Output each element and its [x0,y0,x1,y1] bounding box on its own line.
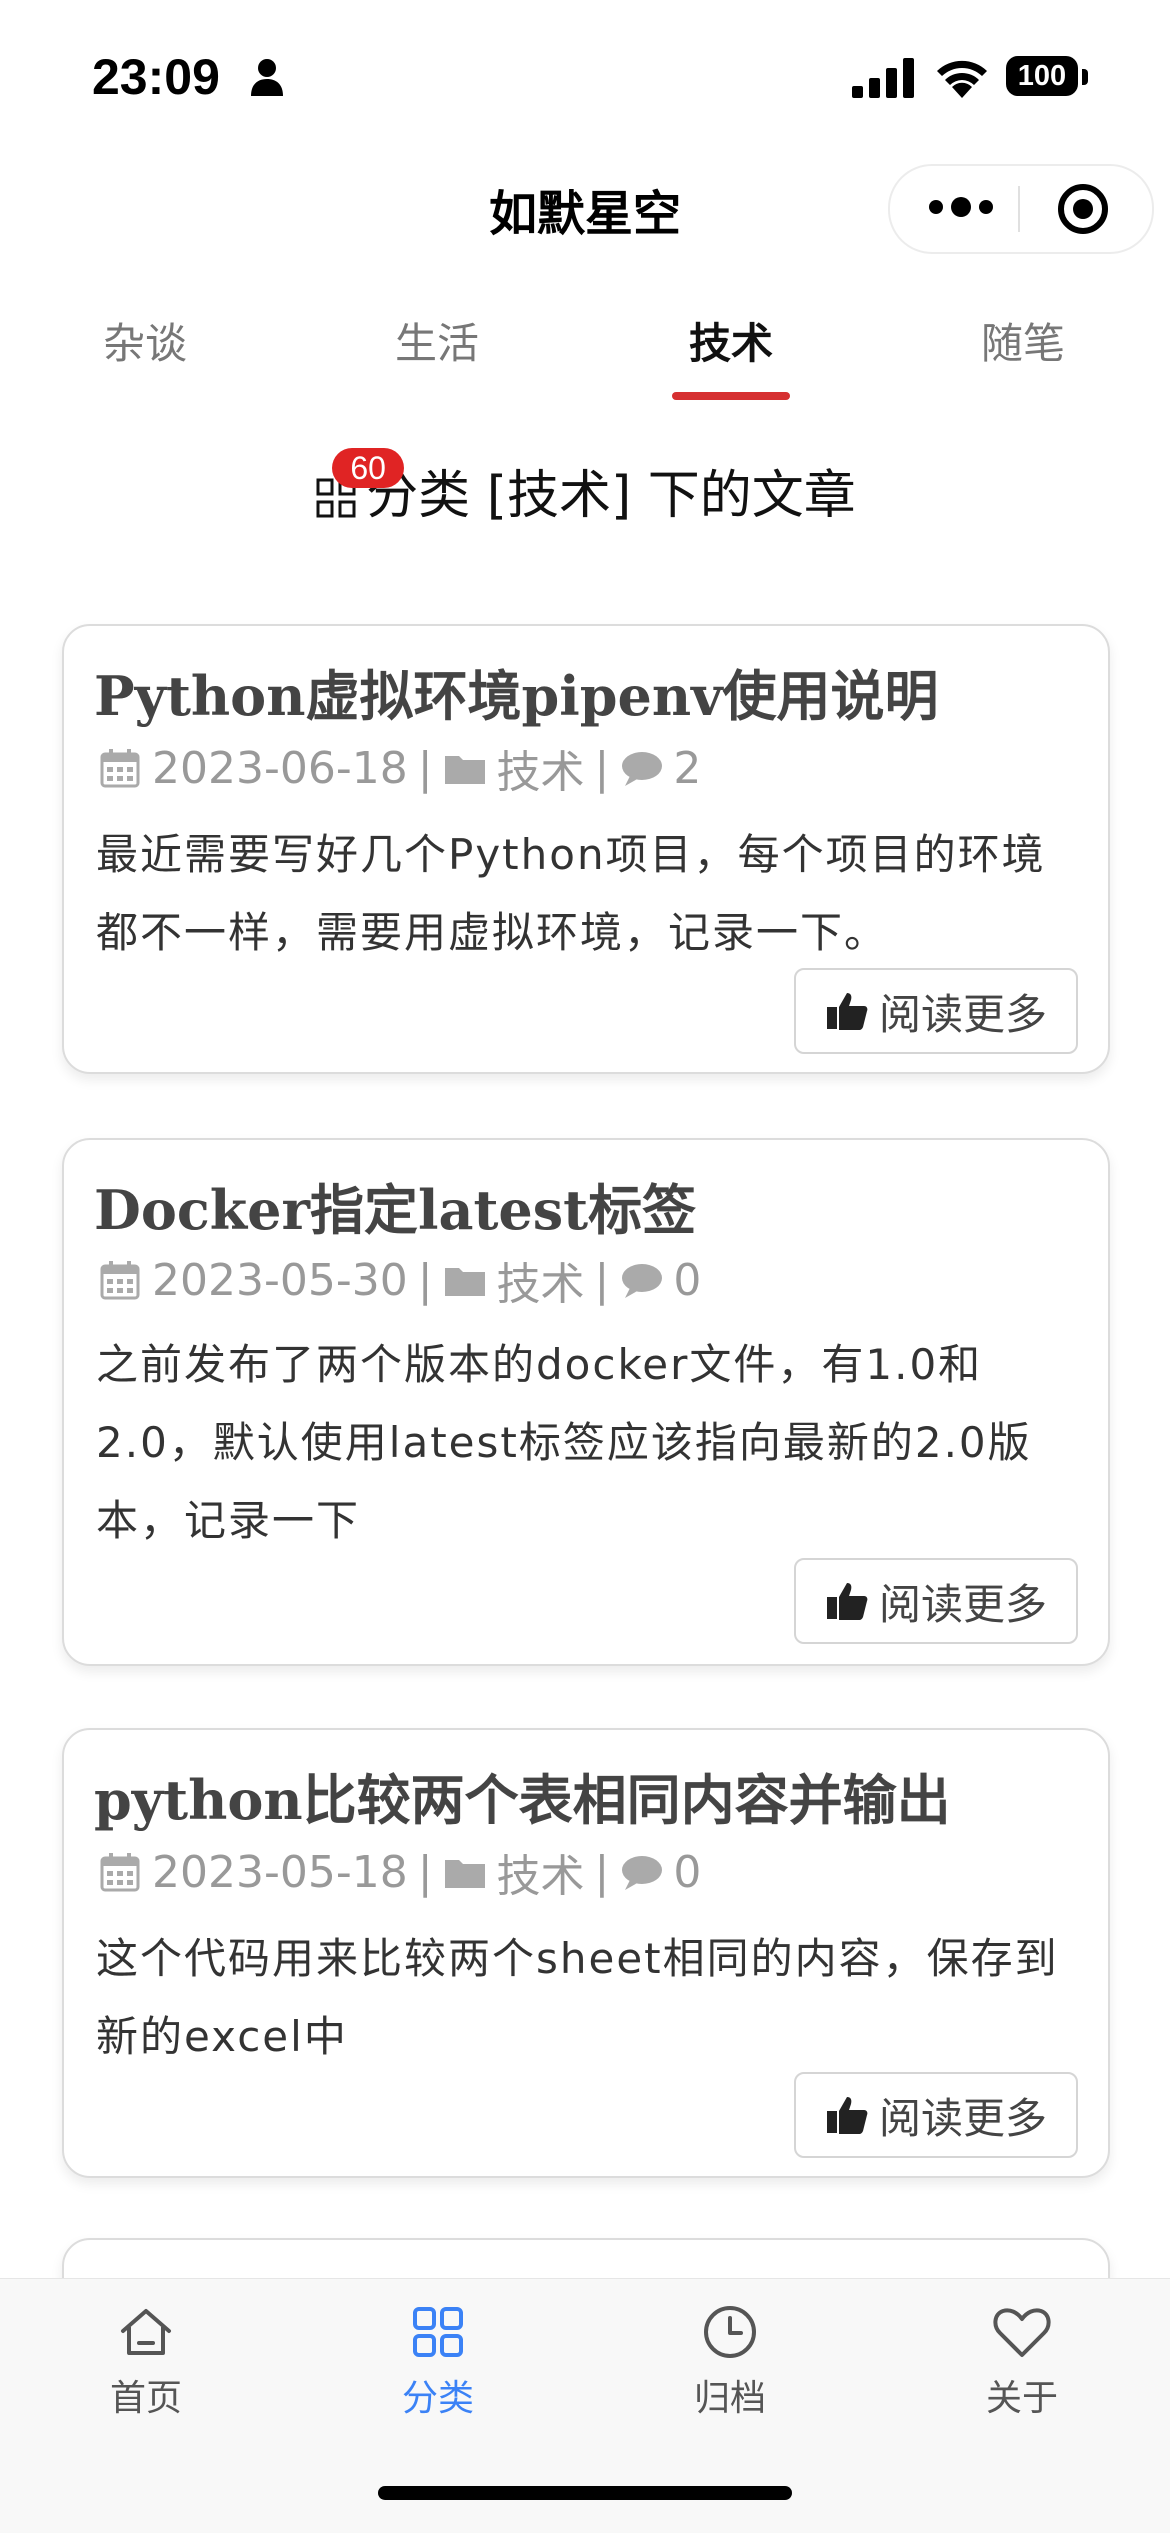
tabbar-label: 首页 [109,2378,182,2419]
post-meta: 2023-05-30 | 技术 | 0 [98,1250,701,1310]
active-tab-indicator [672,392,790,400]
status-time: 23:09 [92,49,220,105]
read-more-label: 阅读更多 [878,989,1047,1039]
post-excerpt: 之前发布了两个版本的docker文件，有1.0和2.0，默认使用latest标签… [96,1340,1032,1545]
wifi-icon [937,60,987,98]
tabbar-item-archive[interactable]: 归档 [584,2301,876,2421]
more-icon[interactable] [926,192,996,222]
heading-text: 分类 [技术] 下的文章 [366,466,856,526]
battery-icon: 100 [1006,56,1088,98]
tabbar-label: 关于 [985,2378,1058,2419]
tab-life[interactable]: 生活 [337,310,537,371]
post-title[interactable]: Python虚拟环境pipenv使用说明 [94,652,939,731]
post-excerpt: 这个代码用来比较两个sheet相同的内容，保存到新的excel中 [96,1934,1059,2061]
read-more-button[interactable]: 阅读更多 [794,968,1078,1054]
post-date: 2023-05-18 [152,1846,408,1898]
post-card[interactable]: Python虚拟环境pipenv使用说明 2023-06-18 | 技术 | 2… [62,624,1110,1074]
close-miniprogram-icon[interactable] [1056,182,1110,236]
post-comment-count: 0 [673,1254,702,1306]
post-category[interactable]: 技术 [497,736,585,800]
post-meta: 2023-05-18 | 技术 | 0 [98,1842,701,1902]
nav-bar: 如默星空 [0,150,1170,265]
miniprogram-capsule [888,164,1154,254]
category-heading: 60 分类 [技术] 下的文章 [0,448,1170,536]
folder-icon [444,756,485,784]
tab-tech[interactable]: 技术 [631,310,831,371]
home-icon [121,2309,171,2355]
tabbar-item-home[interactable]: 首页 [0,2301,292,2421]
post-meta: 2023-06-18 | 技术 | 2 [98,738,701,798]
capsule-divider [1018,186,1020,232]
clock-icon [704,2306,756,2358]
post-category[interactable]: 技术 [497,1840,585,1904]
status-bar: 23:09 100 [0,0,1170,150]
tabbar-label: 归档 [693,2378,766,2419]
tabbar-item-about[interactable]: 关于 [876,2301,1168,2421]
person-icon [251,59,283,96]
post-category[interactable]: 技术 [497,1248,585,1312]
tab-essay[interactable]: 随笔 [923,310,1123,371]
post-date: 2023-05-30 [152,1254,408,1306]
post-comment-count: 0 [673,1846,702,1898]
post-title[interactable]: python比较两个表相同内容并输出 [94,1756,951,1835]
home-indicator [378,2486,792,2500]
thumbs-up-icon [826,2097,868,2134]
tabbar-item-category[interactable]: 分类 [292,2301,584,2421]
thumbs-up-icon [826,1583,868,1620]
category-icon [413,2307,463,2357]
signal-icon [852,58,914,98]
tabbar-label: 分类 [401,2378,474,2419]
comment-icon [622,1856,663,1890]
post-card[interactable]: Docker指定latest标签 2023-05-30 | 技术 | 0 之前发… [62,1138,1110,1666]
calendar-icon [100,749,140,788]
thumbs-up-icon [826,993,868,1030]
post-card[interactable]: python比较两个表相同内容并输出 2023-05-18 | 技术 | 0 这… [62,1728,1110,2178]
heart-icon [993,2308,1051,2357]
post-comment-count: 2 [673,742,702,794]
read-more-label: 阅读更多 [878,1579,1047,1629]
category-tabs: 杂谈 生活 技术 随笔 [0,300,1170,410]
post-title[interactable]: Docker指定latest标签 [94,1166,696,1245]
post-date: 2023-06-18 [152,742,408,794]
read-more-label: 阅读更多 [878,2093,1047,2143]
post-count-badge: 60 [332,448,405,488]
calendar-icon [100,1261,140,1300]
read-more-button[interactable]: 阅读更多 [794,1558,1078,1644]
folder-icon [444,1860,485,1888]
calendar-icon [100,1853,140,1892]
tab-zatan[interactable]: 杂谈 [45,310,245,371]
battery-level: 100 [1006,56,1078,96]
folder-icon [444,1268,485,1296]
post-excerpt: 最近需要写好几个Python项目，每个项目的环境都不一样，需要用虚拟环境，记录一… [96,830,1046,957]
comment-icon [622,1264,663,1298]
read-more-button[interactable]: 阅读更多 [794,2072,1078,2158]
comment-icon [622,752,663,786]
